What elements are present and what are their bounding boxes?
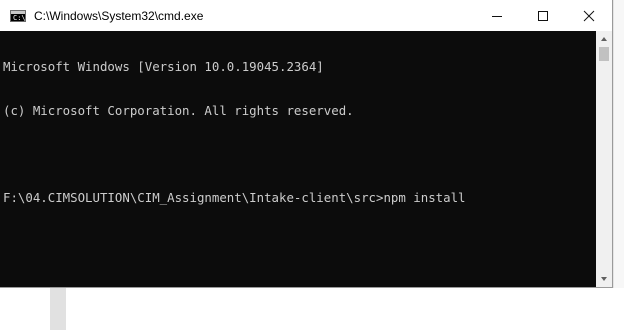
background-panel: [66, 288, 624, 330]
close-button[interactable]: [566, 0, 612, 31]
vertical-scrollbar[interactable]: [596, 31, 612, 287]
scroll-up-button[interactable]: [596, 31, 612, 47]
scroll-thumb[interactable]: [599, 47, 609, 61]
background-panel-strip: [50, 288, 66, 330]
icon-prompt-glyph: C:\: [13, 13, 26, 22]
scroll-down-button[interactable]: [596, 271, 612, 287]
console-output[interactable]: Microsoft Windows [Version 10.0.19045.23…: [0, 31, 596, 287]
minimize-icon: [492, 15, 502, 17]
cmd-window[interactable]: C:\ C:\Windows\System32\cmd.exe Microsof…: [0, 0, 613, 288]
console-prompt-line[interactable]: F:\04.CIMSOLUTION\CIM_Assignment\Intake-…: [3, 190, 596, 206]
chevron-down-icon: [601, 277, 607, 281]
window-title: C:\Windows\System32\cmd.exe: [34, 8, 204, 23]
console-line: Microsoft Windows [Version 10.0.19045.23…: [3, 59, 324, 74]
title-bar[interactable]: C:\ C:\Windows\System32\cmd.exe: [0, 0, 612, 31]
minimize-button[interactable]: [474, 0, 520, 31]
maximize-button[interactable]: [520, 0, 566, 31]
chevron-up-icon: [601, 37, 607, 41]
cmd-app-icon: C:\: [10, 9, 26, 22]
console-line: (c) Microsoft Corporation. All rights re…: [3, 102, 354, 118]
background-window-edge: [613, 0, 624, 330]
close-icon: [583, 10, 595, 21]
maximize-icon: [538, 10, 548, 21]
